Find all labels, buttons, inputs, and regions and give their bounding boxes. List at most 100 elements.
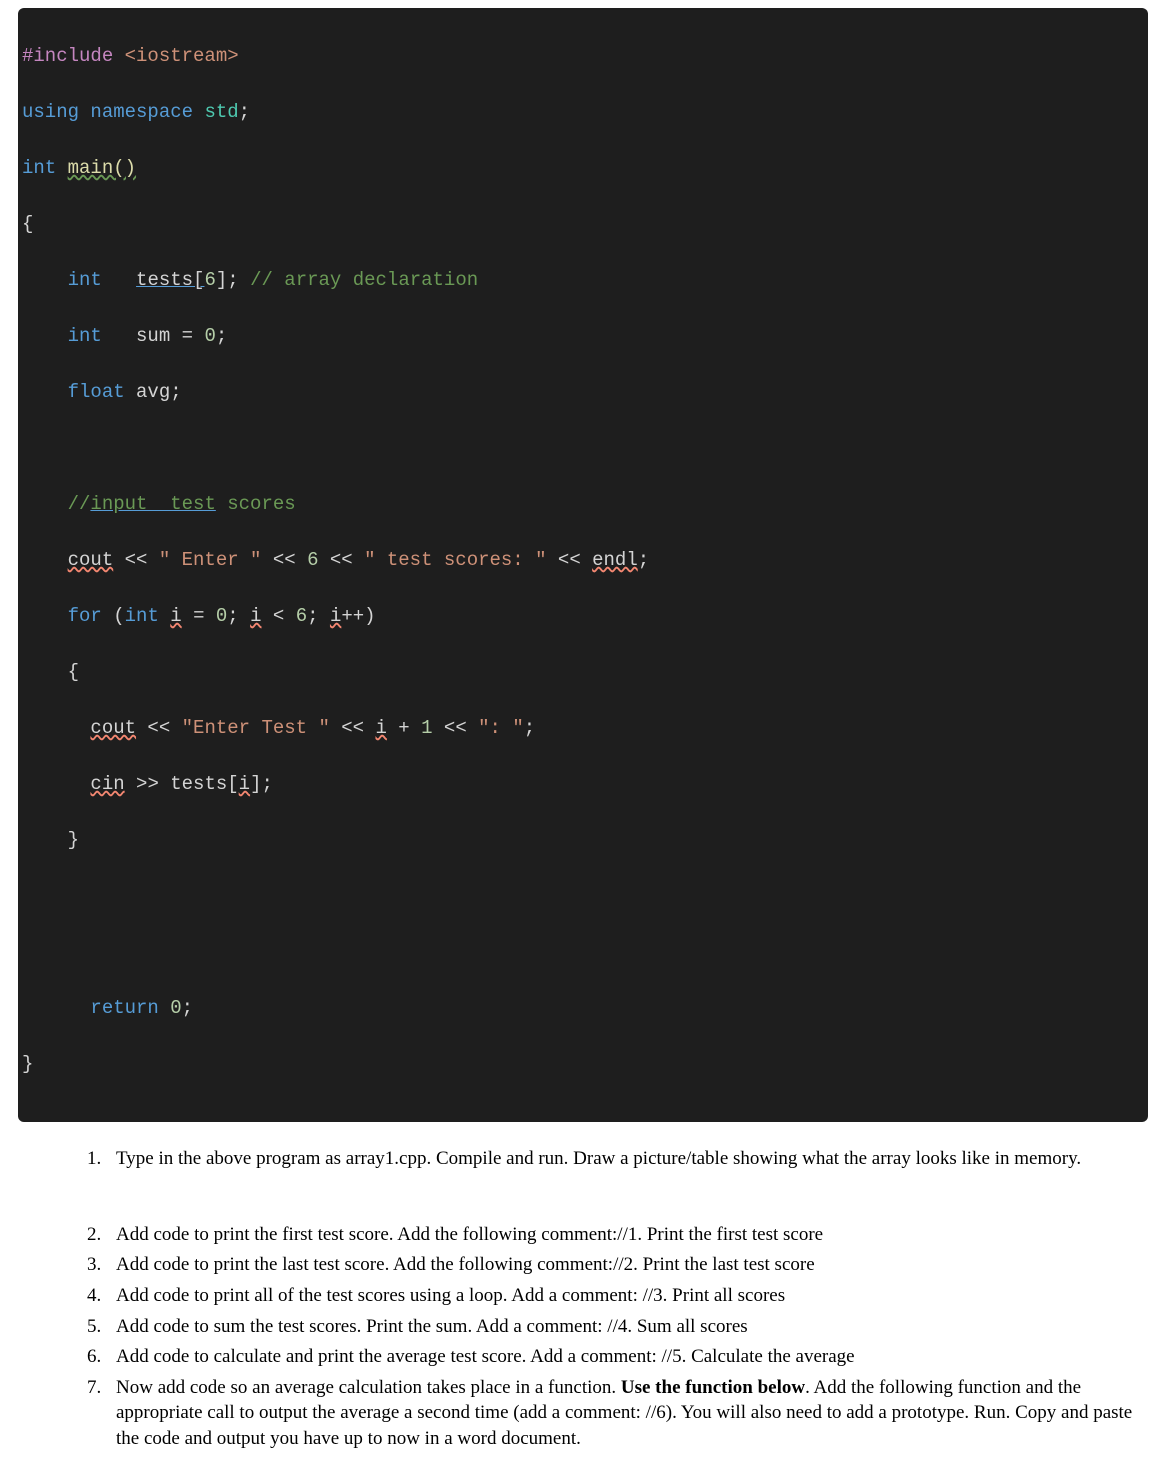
type-int: int — [125, 605, 159, 627]
ident-i: i — [330, 602, 341, 630]
code-line-9: //input test scores — [18, 490, 1148, 518]
ident-i: i — [375, 714, 386, 742]
brace-close: } — [22, 1053, 33, 1075]
op-shift: << — [433, 717, 479, 739]
instruction-4: Add code to print all of the test scores… — [106, 1283, 1148, 1309]
bracket-semi: ]; — [216, 269, 239, 291]
blank — [22, 885, 33, 907]
string-enter: " Enter " — [159, 549, 262, 571]
ident-cout: cout — [90, 714, 136, 742]
instruction-1: Type in the above program as array1.cpp.… — [106, 1146, 1148, 1172]
code-line-17 — [18, 938, 1148, 966]
instructions-section: Type in the above program as array1.cpp.… — [18, 1146, 1148, 1452]
space — [159, 605, 170, 627]
ident-sum: sum = — [102, 325, 205, 347]
code-line-16 — [18, 882, 1148, 910]
code-line-3: int main() — [18, 154, 1148, 182]
paren-open: ( — [102, 605, 125, 627]
literal-1: 1 — [421, 717, 432, 739]
preproc-token: #include — [22, 45, 113, 67]
string-testscores: " test scores: " — [364, 549, 546, 571]
code-line-18: return 0; — [18, 994, 1148, 1022]
indent — [22, 381, 68, 403]
instr7-part-b-bold: Use the function below — [621, 1377, 805, 1398]
comment-slash: // — [68, 493, 91, 515]
code-line-2: using namespace std; — [18, 98, 1148, 126]
op-shift-in: >> tests[ — [125, 773, 239, 795]
indent — [22, 493, 68, 515]
space — [56, 157, 67, 179]
op-shift: << — [136, 717, 182, 739]
literal-0: 0 — [170, 997, 181, 1019]
indent — [22, 269, 68, 291]
op-inc: ++) — [341, 605, 375, 627]
op-shift: << — [113, 549, 159, 571]
indent — [22, 773, 90, 795]
code-line-8 — [18, 434, 1148, 462]
keyword-return: return — [90, 997, 158, 1019]
type-int: int — [68, 269, 102, 291]
code-line-6: int sum = 0; — [18, 322, 1148, 350]
op-shift: << — [318, 549, 364, 571]
func-main: main() — [68, 157, 136, 179]
brace-open: { — [22, 213, 33, 235]
ident-cout: cout — [68, 546, 114, 574]
semicolon: ; — [239, 101, 250, 123]
indent — [22, 605, 68, 627]
ident-i: i — [239, 770, 250, 798]
indent — [22, 549, 68, 571]
indent — [22, 325, 68, 347]
code-editor: #include <iostream> using namespace std;… — [18, 8, 1148, 1122]
namespace-std: std — [193, 101, 239, 123]
semicolon: ; — [216, 325, 227, 347]
type-int: int — [22, 157, 56, 179]
semi: ; — [227, 605, 250, 627]
indent — [22, 717, 90, 739]
semi: ; — [307, 605, 330, 627]
code-line-12: { — [18, 658, 1148, 686]
code-line-19: } — [18, 1050, 1148, 1078]
code-line-10: cout << " Enter " << 6 << " test scores:… — [18, 546, 1148, 574]
code-line-15: } — [18, 826, 1148, 854]
op-shift: << — [261, 549, 307, 571]
op-shift: << — [330, 717, 376, 739]
space — [102, 269, 136, 291]
blank — [22, 941, 33, 963]
ident-i: i — [250, 602, 261, 630]
comment-decl: // array declaration — [239, 269, 478, 291]
op-plus: + — [387, 717, 421, 739]
literal-0: 0 — [204, 325, 215, 347]
instruction-5: Add code to sum the test scores. Print t… — [106, 1314, 1148, 1340]
include-header: <iostream> — [113, 45, 238, 67]
code-line-14: cin >> tests[i]; — [18, 770, 1148, 798]
instruction-6: Add code to calculate and print the aver… — [106, 1344, 1148, 1370]
brace-close: } — [22, 829, 79, 851]
type-int: int — [68, 325, 102, 347]
string-entertest: "Enter Test " — [182, 717, 330, 739]
semicolon: ; — [182, 997, 193, 1019]
string-colon: ": " — [478, 717, 524, 739]
brace-open: { — [22, 661, 79, 683]
keyword-namespace: namespace — [79, 101, 193, 123]
instr7-part-a: Now add code so an average calculation t… — [116, 1377, 621, 1398]
keyword-for: for — [68, 605, 102, 627]
keyword-using: using — [22, 101, 79, 123]
op-shift: << — [547, 549, 593, 571]
space — [159, 997, 170, 1019]
code-line-13: cout << "Enter Test " << i + 1 << ": "; — [18, 714, 1148, 742]
indent — [22, 997, 90, 1019]
comment-input-test: input test — [90, 493, 215, 515]
ident-i: i — [170, 602, 181, 630]
code-line-4: { — [18, 210, 1148, 238]
op-lt: < — [262, 605, 296, 627]
blank — [22, 437, 33, 459]
semicolon: ; — [524, 717, 535, 739]
type-float: float — [68, 381, 125, 403]
literal-6: 6 — [307, 549, 318, 571]
code-line-5: int tests[6]; // array declaration — [18, 266, 1148, 294]
literal-6: 6 — [204, 269, 215, 291]
code-line-7: float avg; — [18, 378, 1148, 406]
instructions-list: Type in the above program as array1.cpp.… — [92, 1146, 1148, 1452]
code-line-1: #include <iostream> — [18, 42, 1148, 70]
ident-endl: endl — [592, 546, 638, 574]
